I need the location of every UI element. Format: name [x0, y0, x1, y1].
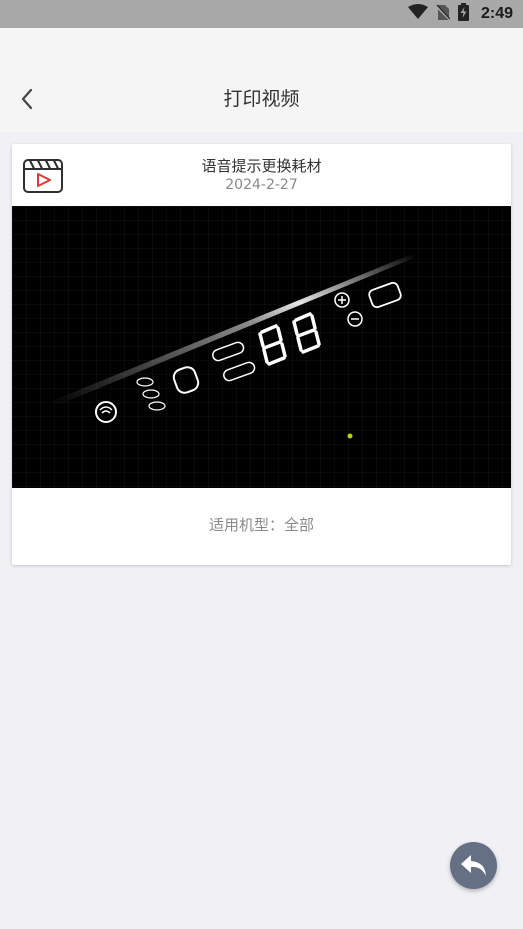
app-bar: 打印视频 — [0, 28, 523, 132]
status-bar: 2:49 — [0, 0, 523, 28]
no-sim-icon — [435, 4, 451, 25]
video-card-header: 语音提示更换耗材 2024-2-27 — [12, 144, 511, 206]
video-card[interactable]: 语音提示更换耗材 2024-2-27 适用机型：全部 — [12, 144, 511, 565]
wifi-icon — [407, 4, 428, 24]
page-title: 打印视频 — [223, 88, 300, 110]
status-time: 2:49 — [480, 5, 513, 22]
video-title: 语音提示更换耗材 — [201, 157, 322, 175]
reply-button[interactable] — [450, 842, 497, 889]
battery-charging-icon — [457, 3, 469, 25]
applicable-models: 适用机型：全部 — [208, 516, 314, 534]
reply-arrow-icon — [460, 854, 486, 876]
video-thumbnail[interactable] — [12, 206, 511, 488]
video-date: 2024-2-27 — [225, 177, 298, 193]
